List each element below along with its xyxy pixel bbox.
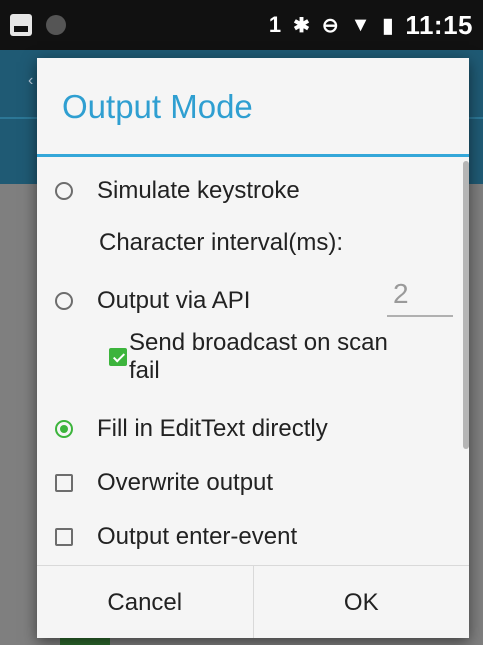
character-interval-row: Character interval(ms): xyxy=(99,229,343,257)
fill-edittext-label: Fill in EditText directly xyxy=(97,415,328,442)
back-arrow-icon: ‹ xyxy=(28,72,34,89)
output-enter-event-label: Output enter-event xyxy=(97,523,298,550)
notification-dot-icon xyxy=(46,15,66,35)
option-overwrite-output[interactable]: Overwrite output xyxy=(55,469,273,497)
send-broadcast-label-line1: Send broadcast on scan xyxy=(129,329,388,356)
do-not-disturb-icon: ⊖ xyxy=(321,14,339,37)
gallery-icon xyxy=(10,14,32,36)
bluetooth-icon: ✱ xyxy=(293,14,310,37)
dialog-button-bar: Cancel OK xyxy=(37,565,469,638)
option-output-enter-event[interactable]: Output enter-event xyxy=(55,523,297,551)
send-broadcast-checkbox[interactable] xyxy=(109,348,127,366)
output-enter-event-checkbox[interactable] xyxy=(55,528,73,546)
status-clock: 11:15 xyxy=(405,9,473,40)
output-via-api-radio[interactable] xyxy=(55,292,73,310)
character-interval-label: Character interval(ms): xyxy=(99,229,344,256)
dialog-scrollbar[interactable] xyxy=(463,161,469,449)
option-output-via-api[interactable]: Output via API xyxy=(55,287,250,315)
option-fill-edittext[interactable]: Fill in EditText directly xyxy=(55,415,328,443)
sim-1-icon: 1 xyxy=(268,12,282,37)
output-via-api-label: Output via API xyxy=(97,287,251,314)
cancel-button[interactable]: Cancel xyxy=(37,566,253,638)
simulate-keystroke-radio[interactable] xyxy=(55,182,73,200)
dialog-content: Simulate keystroke Character interval(ms… xyxy=(37,157,469,563)
battery-icon: ▮ xyxy=(382,14,394,37)
overwrite-output-checkbox[interactable] xyxy=(55,474,73,492)
simulate-keystroke-label: Simulate keystroke xyxy=(97,177,300,204)
character-interval-input[interactable] xyxy=(387,273,453,317)
status-bar: 1 ✱ ⊖ ▼ ▮ 11:15 xyxy=(0,0,483,50)
dialog-title: Output Mode xyxy=(62,88,253,125)
wifi-icon: ▼ xyxy=(350,13,371,36)
option-send-broadcast[interactable]: Send broadcast on scan fail xyxy=(109,329,388,385)
option-simulate-keystroke[interactable]: Simulate keystroke xyxy=(55,177,300,205)
send-broadcast-label-line2: fail xyxy=(129,357,160,384)
ok-button[interactable]: OK xyxy=(252,566,470,638)
fill-edittext-radio[interactable] xyxy=(55,420,73,438)
output-mode-dialog: Output Mode Simulate keystroke Character… xyxy=(37,58,469,638)
overwrite-output-label: Overwrite output xyxy=(97,469,274,496)
